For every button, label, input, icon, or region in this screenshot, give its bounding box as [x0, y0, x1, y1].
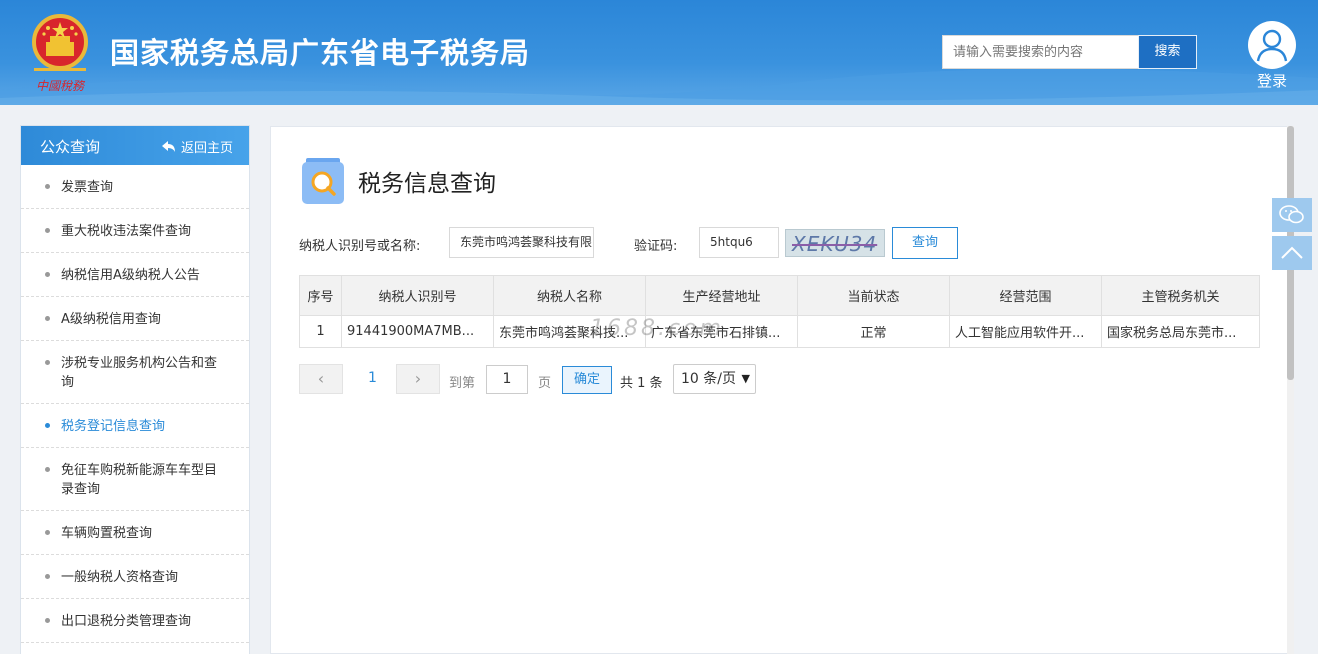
back-home-button[interactable]: 返回主页	[161, 137, 233, 156]
prev-page-button[interactable]: ‹	[299, 364, 343, 394]
sidebar-item-tax-registration[interactable]: 税务登记信息查询	[21, 404, 249, 448]
captcha-label: 验证码:	[634, 239, 678, 254]
wechat-icon[interactable]	[1272, 198, 1312, 232]
table-cell: 国家税务总局东莞市...	[1101, 315, 1260, 348]
watermark: 1688.com	[590, 316, 724, 341]
sidebar-item-major-violation[interactable]: 重大税收违法案件查询	[21, 209, 249, 253]
query-button[interactable]: 查询	[892, 227, 958, 259]
table-row[interactable]: 1 91441900MA7MB... 东莞市鸣鸿荟聚科技... 广东省东莞市石排…	[299, 315, 1260, 348]
sidebar-item-a-credit-notice[interactable]: 纳税信用A级纳税人公告	[21, 253, 249, 297]
national-emblem-icon: 中國稅務	[32, 14, 88, 93]
sidebar-item-export-rebate[interactable]: 出口退税分类管理查询	[21, 599, 249, 643]
column-header: 纳税人识别号	[341, 275, 494, 316]
sidebar: 公众查询 返回主页 发票查询 重大税收违法案件查询 纳税信用A级纳税人公告 A级…	[20, 125, 250, 654]
goto-confirm-button[interactable]: 确定	[562, 366, 612, 394]
search-document-icon	[302, 158, 344, 204]
table-cell: 91441900MA7MB...	[341, 315, 494, 348]
next-page-button[interactable]: ›	[396, 364, 440, 394]
column-header: 主管税务机关	[1101, 275, 1260, 316]
column-header: 当前状态	[797, 275, 950, 316]
page-size-select[interactable]: 10 条/页 ▼	[673, 364, 756, 394]
captcha-image[interactable]: XEKU34	[785, 229, 885, 257]
goto-page-input[interactable]: 1	[486, 365, 528, 394]
sidebar-item-tax-agency[interactable]: 涉税专业服务机构公告和查询	[21, 341, 249, 404]
site-title: 国家税务总局广东省电子税务局	[110, 36, 531, 70]
login-link[interactable]: 登录	[1248, 70, 1296, 91]
page-number-current[interactable]: 1	[368, 370, 377, 386]
column-header: 生产经营地址	[645, 275, 798, 316]
column-header: 纳税人名称	[493, 275, 646, 316]
sidebar-title: 公众查询	[40, 138, 101, 156]
result-table: 序号 纳税人识别号 纳税人名称 生产经营地址 当前状态 经营范围 主管税务机关 …	[299, 275, 1260, 348]
table-cell: 1	[299, 315, 342, 348]
sidebar-item-nev-catalog[interactable]: 免征车购税新能源车车型目录查询	[21, 448, 249, 511]
back-arrow-icon	[161, 140, 175, 152]
sidebar-header: 公众查询 返回主页	[21, 126, 249, 165]
column-header: 序号	[299, 275, 342, 316]
taxpayer-input[interactable]: 东莞市鸣鸿荟聚科技有限	[449, 227, 594, 258]
captcha-input[interactable]: 5htqu6	[699, 227, 779, 258]
back-home-label: 返回主页	[180, 141, 233, 156]
table-cell: 正常	[797, 315, 950, 348]
chevron-down-icon: ▼	[741, 372, 750, 385]
table-header-row: 序号 纳税人识别号 纳税人名称 生产经营地址 当前状态 经营范围 主管税务机关	[299, 275, 1260, 316]
user-icon[interactable]	[1248, 21, 1296, 69]
sidebar-item-invoice[interactable]: 发票查询	[21, 165, 249, 209]
search-button[interactable]: 搜索	[1138, 35, 1197, 69]
goto-label: 到第	[449, 376, 476, 391]
sidebar-item-a-credit-query[interactable]: A级纳税信用查询	[21, 297, 249, 341]
page-title: 税务信息查询	[358, 171, 496, 197]
search-input[interactable]	[942, 35, 1138, 69]
column-header: 经营范围	[949, 275, 1102, 316]
table-cell: 人工智能应用软件开...	[949, 315, 1102, 348]
svg-text:中國稅務: 中國稅務	[36, 79, 86, 93]
taxpayer-label: 纳税人识别号或名称:	[299, 239, 421, 254]
total-count: 共 1 条	[620, 376, 663, 391]
page-unit-label: 页	[538, 376, 552, 391]
sidebar-item-general-taxpayer[interactable]: 一般纳税人资格查询	[21, 555, 249, 599]
back-to-top-icon[interactable]	[1272, 236, 1312, 270]
sidebar-item-vehicle-tax[interactable]: 车辆购置税查询	[21, 511, 249, 555]
